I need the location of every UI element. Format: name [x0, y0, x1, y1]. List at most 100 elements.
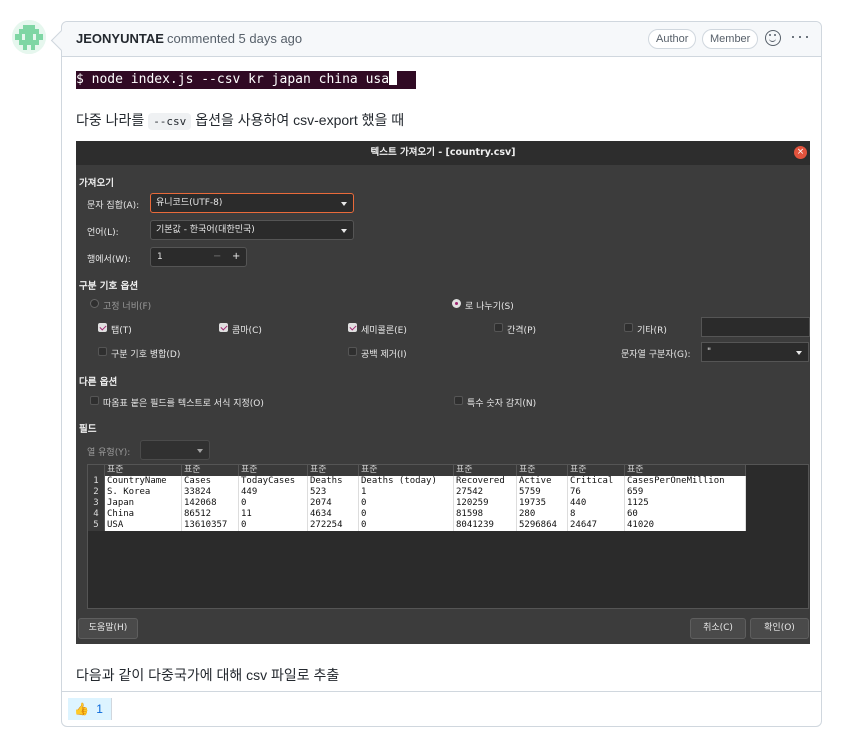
paragraph-2: 다음과 같이 다중국가에 대해 csv 파일로 추출	[76, 667, 340, 683]
column-type-header[interactable]: 표준	[567, 465, 625, 476]
row-number: 3	[88, 498, 105, 509]
charset-label: 문자 집합(A):	[87, 201, 140, 211]
grid-cell: 5296864	[516, 520, 568, 531]
column-type-header[interactable]: 표준	[516, 465, 568, 476]
grid-cell: 0	[238, 520, 308, 531]
grid-cell: Deaths	[307, 476, 359, 487]
decrement-icon[interactable]: −	[213, 251, 221, 262]
grid-cell: 24647	[567, 520, 625, 531]
column-type-header[interactable]: 표준	[358, 465, 454, 476]
trim-checkbox[interactable]	[348, 347, 357, 356]
help-button[interactable]: 도움말(H)	[78, 618, 138, 639]
language-select[interactable]: 기본값 - 한국어(대한민국)	[150, 220, 354, 240]
string-delimiter-label: 문자열 구분자(G):	[621, 350, 691, 360]
column-type-header[interactable]: 표준	[181, 465, 239, 476]
column-type-header[interactable]: 표준	[453, 465, 517, 476]
other-separator-field[interactable]	[701, 317, 810, 337]
grid-cell: 0	[358, 498, 454, 509]
author-badge: Author	[648, 29, 697, 49]
grid-cell: 272254	[307, 520, 359, 531]
grid-cell: 0	[358, 509, 454, 520]
table-row: 1 CountryName Cases TodayCases Deaths Deaths …	[88, 476, 746, 487]
language-label: 언어(L):	[87, 228, 119, 238]
from-row-spinner[interactable]: 1 − +	[150, 247, 247, 267]
separated-radio[interactable]	[452, 299, 461, 308]
grid-cell: Recovered	[453, 476, 517, 487]
thumbs-up-reaction[interactable]: 👍 1	[68, 698, 112, 720]
grid-cell: 2074	[307, 498, 359, 509]
grid-cell: 1	[358, 487, 454, 498]
data-preview[interactable]: 표준 표준 표준 표준 표준 표준 표준 표준 표준 1 CountryName Cases Today…	[87, 464, 809, 609]
other-checkbox[interactable]	[624, 323, 633, 332]
column-type-header[interactable]: 표준	[104, 465, 182, 476]
reactions-bar: 👍 1	[62, 691, 821, 726]
ok-button[interactable]: 확인(O)	[750, 618, 809, 639]
column-type-select[interactable]	[140, 440, 210, 460]
grid-cell: Deaths (today)	[358, 476, 454, 487]
from-row-label: 행에서(W):	[87, 255, 131, 265]
fixed-width-radio[interactable]	[90, 299, 99, 308]
text-import-dialog: 텍스트 가져오기 - [country.csv] × 가져오기 문자 집합(A)…	[76, 141, 810, 644]
quoted-text-checkbox[interactable]	[90, 396, 99, 405]
fields-section: 필드	[79, 424, 97, 435]
grid-cell: 449	[238, 487, 308, 498]
column-type-header[interactable]: 표준	[307, 465, 359, 476]
grid-cell: 120259	[453, 498, 517, 509]
grid-cell: 76	[567, 487, 625, 498]
import-section: 가져오기	[79, 178, 114, 189]
column-type-header[interactable]: 표준	[624, 465, 746, 476]
semicolon-checkbox[interactable]	[348, 323, 357, 332]
grid-cell: TodayCases	[238, 476, 308, 487]
avatar[interactable]	[12, 20, 46, 54]
grid-cell: 8041239	[453, 520, 517, 531]
member-badge: Member	[702, 29, 759, 49]
merge-checkbox[interactable]	[98, 347, 107, 356]
grid-cell: 13610357	[181, 520, 239, 531]
dialog-title: 텍스트 가져오기 - [country.csv]	[76, 141, 810, 165]
row-number: 1	[88, 476, 105, 487]
increment-icon[interactable]: +	[232, 251, 240, 262]
cancel-button[interactable]: 취소(C)	[690, 618, 746, 639]
other-options-section: 다른 옵션	[79, 377, 118, 388]
more-options-icon[interactable]: ···	[790, 26, 811, 47]
grid-cell: 659	[624, 487, 746, 498]
preview-grid: 표준 표준 표준 표준 표준 표준 표준 표준 표준 1 CountryName Cases Today…	[88, 465, 746, 531]
grid-cell: Critical	[567, 476, 625, 487]
grid-cell: 1125	[624, 498, 746, 509]
grid-cell: 8	[567, 509, 625, 520]
grid-cell: 0	[238, 498, 308, 509]
separator-section: 구분 기호 옵션	[79, 281, 139, 292]
grid-cell: 81598	[453, 509, 517, 520]
grid-cell: Japan	[104, 498, 182, 509]
grid-cell: Active	[516, 476, 568, 487]
space-checkbox[interactable]	[494, 323, 503, 332]
tab-checkbox[interactable]	[98, 323, 107, 332]
grid-cell: 4634	[307, 509, 359, 520]
column-type-header[interactable]: 표준	[238, 465, 308, 476]
detect-special-checkbox[interactable]	[454, 396, 463, 405]
table-row: 5 USA 13610357 0 272254 0 8041239 5296864 24647 4…	[88, 520, 746, 531]
grid-cell: 0	[358, 520, 454, 531]
close-icon[interactable]: ×	[794, 146, 807, 159]
comment-author[interactable]: JEONYUNTAE	[76, 31, 164, 46]
reaction-count: 1	[96, 702, 103, 716]
table-row: 3 Japan 142068 0 2074 0 120259 19735 440 1125	[88, 498, 746, 509]
grid-cell: 86512	[181, 509, 239, 520]
grid-cell: CasesPerOneMillion	[624, 476, 746, 487]
string-delimiter-select[interactable]: "	[701, 342, 809, 362]
comma-checkbox[interactable]	[219, 323, 228, 332]
comment-meta[interactable]: commented 5 days ago	[167, 31, 302, 46]
grid-cell: 440	[567, 498, 625, 509]
grid-cell: 5759	[516, 487, 568, 498]
column-type-label: 열 유형(Y):	[87, 448, 131, 458]
grid-cell: 60	[624, 509, 746, 520]
grid-cell: 41020	[624, 520, 746, 531]
add-reaction-icon[interactable]	[765, 30, 781, 46]
row-number: 2	[88, 487, 105, 498]
grid-cell: 11	[238, 509, 308, 520]
grid-cell: China	[104, 509, 182, 520]
grid-cell: 142068	[181, 498, 239, 509]
terminal-screenshot: $ node index.js --csv kr japan china usa	[76, 71, 416, 89]
inline-code: --csv	[148, 113, 192, 130]
charset-select[interactable]: 유니코드(UTF-8)	[150, 193, 354, 213]
